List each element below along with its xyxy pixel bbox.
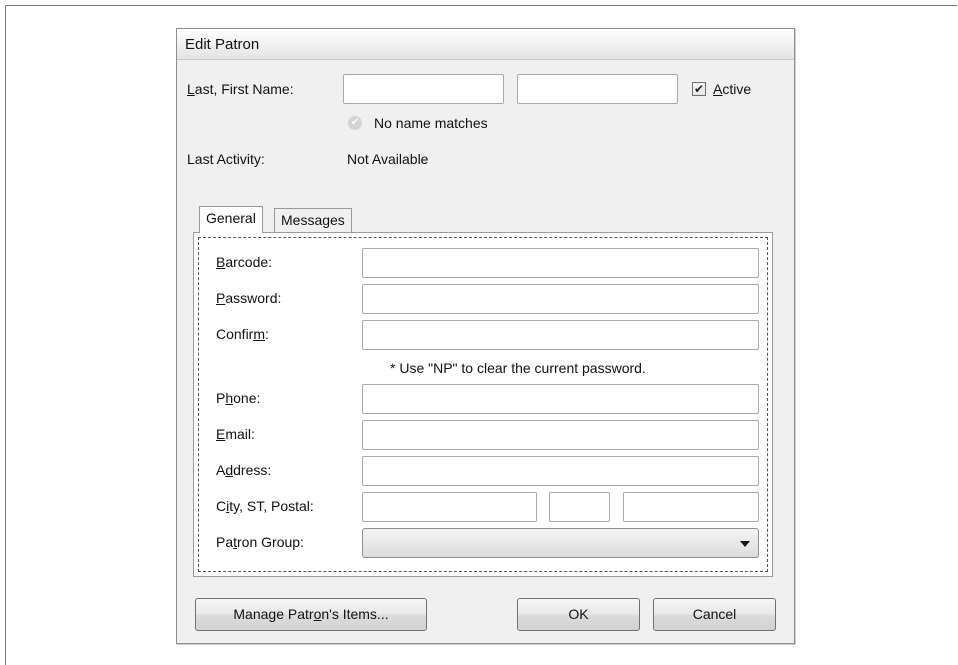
name-label: Last, First Name:	[187, 81, 294, 97]
email-input[interactable]	[362, 420, 759, 450]
general-tab-panel: Barcode: Password: Confirm: * Use "NP" t…	[193, 232, 773, 577]
password-note: * Use "NP" to clear the current password…	[390, 360, 646, 376]
active-label[interactable]: Active	[713, 81, 751, 97]
edit-patron-dialog: Edit Patron Last, First Name: ✔ Active ✔…	[176, 28, 795, 644]
state-input[interactable]	[549, 492, 610, 522]
tab-messages[interactable]: Messages	[274, 208, 352, 232]
tab-general[interactable]: General	[199, 206, 263, 233]
phone-label: Phone:	[216, 390, 261, 406]
postal-input[interactable]	[623, 492, 759, 522]
last-activity-value: Not Available	[347, 151, 429, 167]
last-activity-label: Last Activity:	[187, 151, 265, 167]
last-name-input[interactable]	[343, 74, 504, 104]
barcode-label: Barcode:	[216, 254, 273, 270]
confirm-input[interactable]	[362, 320, 759, 350]
address-input[interactable]	[362, 456, 759, 486]
city-state-postal-label: City, ST, Postal:	[216, 498, 314, 514]
email-label: Email:	[216, 426, 255, 442]
city-input[interactable]	[362, 492, 537, 522]
barcode-input[interactable]	[362, 248, 759, 278]
manage-patron-items-button[interactable]: Manage Patron's Items...	[195, 598, 427, 631]
patron-group-select[interactable]	[362, 528, 759, 558]
patron-group-label: Patron Group:	[216, 534, 304, 550]
name-match-status: No name matches	[374, 115, 488, 131]
address-label: Address:	[216, 462, 272, 478]
dialog-titlebar: Edit Patron	[177, 29, 794, 60]
active-checkbox[interactable]: ✔	[692, 82, 706, 96]
password-label: Password:	[216, 290, 282, 306]
ok-button[interactable]: OK	[517, 598, 640, 631]
first-name-input[interactable]	[517, 74, 678, 104]
dialog-title: Edit Patron	[185, 36, 260, 53]
password-input[interactable]	[362, 284, 759, 314]
check-circle-icon: ✔	[348, 116, 362, 130]
phone-input[interactable]	[362, 384, 759, 414]
confirm-label: Confirm:	[216, 326, 269, 342]
chevron-down-icon	[740, 541, 750, 547]
cancel-button[interactable]: Cancel	[653, 598, 776, 631]
